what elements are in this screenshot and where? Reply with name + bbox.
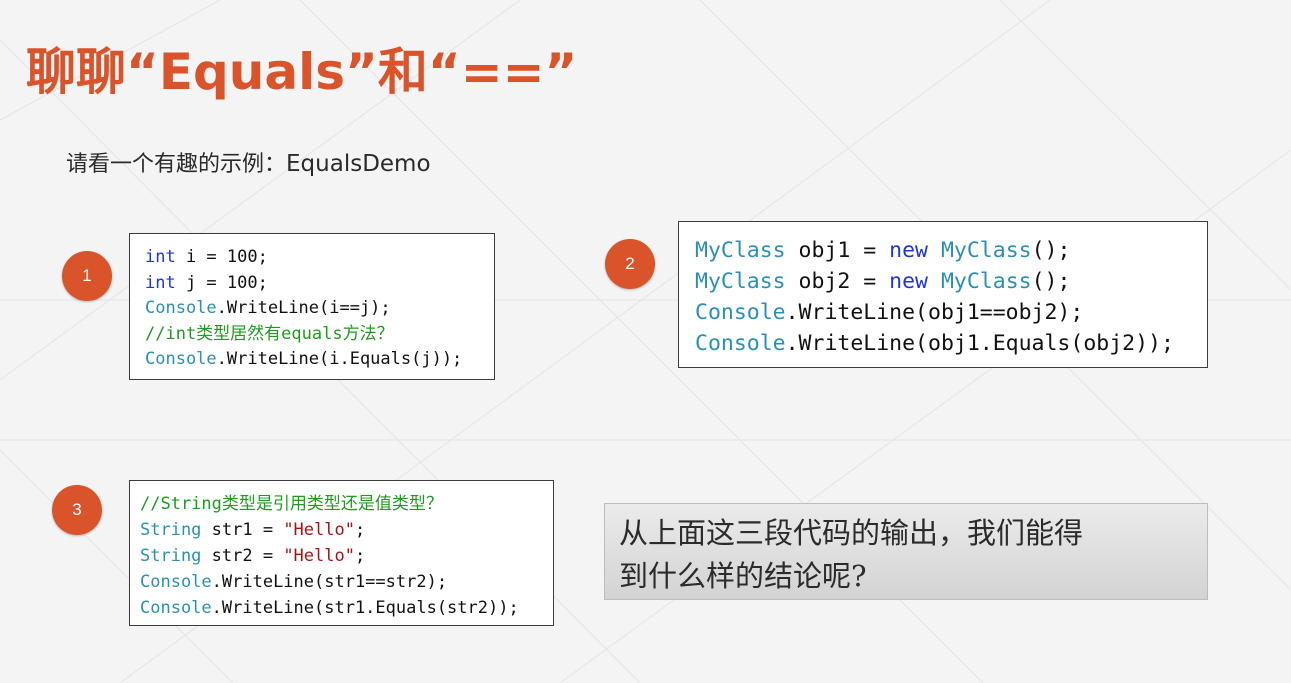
code-line: Console.WriteLine(obj1==obj2);	[695, 297, 1207, 328]
code-line: int i = 100;	[145, 245, 494, 271]
code-keyword: new	[889, 269, 929, 294]
slide-title: 聊聊“Equals”和“==”	[26, 43, 578, 101]
code-type: Console	[140, 572, 212, 592]
code-comment: //int类型居然有equals方法？	[145, 323, 394, 344]
code-text: ();	[1031, 238, 1071, 263]
code-text: .WriteLine(i==j);	[216, 298, 391, 318]
code-type: Console	[695, 300, 786, 325]
code-line: Console.WriteLine(i==j);	[145, 296, 494, 322]
code-text: str1 =	[201, 520, 284, 540]
code-keyword: int	[145, 272, 176, 293]
code-string: "Hello"	[283, 546, 355, 566]
code-string: "Hello"	[283, 520, 355, 540]
step-badge-1: 1	[62, 251, 112, 301]
code-type: Console	[695, 331, 786, 356]
step-badge-2: 2	[605, 239, 655, 289]
code-keyword: new	[889, 238, 929, 263]
code-text: .WriteLine(obj1.Equals(obj2));	[785, 331, 1174, 356]
code-text: str2 =	[201, 546, 284, 566]
code-snippet-2: MyClass obj1 = new MyClass(); MyClass obj…	[678, 221, 1208, 368]
subtitle-demo-name: EqualsDemo	[286, 151, 431, 177]
code-text: obj2 =	[785, 269, 890, 294]
code-text: j = 100;	[175, 272, 268, 293]
code-type: String	[140, 546, 202, 566]
code-text: .WriteLine(obj1==obj2);	[785, 300, 1084, 325]
question-callout: 从上面这三段代码的输出，我们能得 到什么样的结论呢?	[604, 503, 1208, 600]
code-text: ;	[354, 520, 366, 540]
code-type: String	[140, 520, 202, 540]
code-line: Console.WriteLine(i.Equals(j));	[145, 347, 494, 373]
question-line-1: 从上面这三段代码的输出，我们能得	[619, 516, 1084, 550]
subtitle-prefix: 请看一个有趣的示例：	[66, 152, 287, 177]
code-line: Console.WriteLine(obj1.Equals(obj2));	[695, 328, 1207, 359]
code-line: String str1 = "Hello";	[140, 517, 553, 543]
code-text: .WriteLine(str1==str2);	[211, 572, 448, 592]
code-text: .WriteLine(i.Equals(j));	[216, 349, 463, 369]
code-type: MyClass	[695, 269, 786, 294]
code-line: Console.WriteLine(str1==str2);	[140, 569, 553, 595]
code-text: ();	[1031, 269, 1071, 294]
code-text: obj1 =	[785, 238, 890, 263]
code-type: MyClass	[940, 269, 1032, 294]
code-type: Console	[145, 349, 217, 369]
code-snippet-3: //String类型是引用类型还是值类型？ String str1 = "Hell…	[129, 480, 554, 626]
code-snippet-1: int i = 100; int j = 100; Console.WriteLin…	[129, 233, 495, 380]
code-line: MyClass obj2 = new MyClass();	[695, 266, 1207, 297]
step-badge-3: 3	[52, 485, 102, 535]
code-keyword: int	[145, 247, 176, 267]
code-line: int j = 100;	[145, 271, 494, 297]
code-line: Console.WriteLine(str1.Equals(str2));	[140, 595, 553, 621]
code-text: i = 100;	[175, 247, 268, 267]
code-comment: //String类型是引用类型还是值类型？	[140, 494, 443, 514]
question-line-2: 到什么样的结论呢?	[619, 559, 867, 593]
code-text: .WriteLine(str1.Equals(str2));	[211, 598, 519, 618]
code-line: String str2 = "Hello";	[140, 543, 553, 569]
code-type: MyClass	[695, 238, 786, 263]
code-type: Console	[145, 298, 217, 318]
code-text: ;	[354, 546, 366, 566]
code-type: Console	[140, 598, 212, 618]
slide-subtitle: 请看一个有趣的示例：EqualsDemo	[66, 146, 431, 178]
code-type: MyClass	[940, 238, 1032, 263]
code-line: MyClass obj1 = new MyClass();	[695, 235, 1207, 266]
